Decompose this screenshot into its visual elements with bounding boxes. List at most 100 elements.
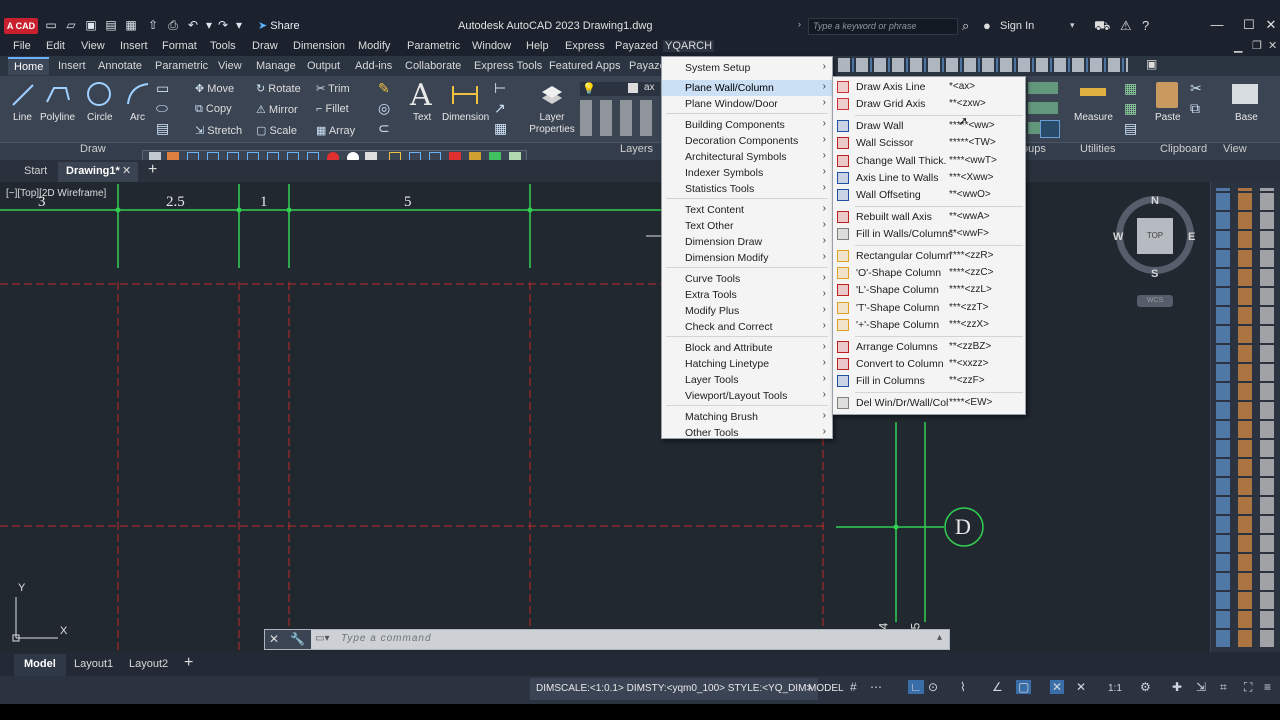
layout-tab-layout1[interactable]: Layout1 (74, 658, 113, 670)
polar-icon[interactable]: ⊙ (928, 680, 938, 694)
cmd-expand-icon[interactable]: ▴ (937, 632, 942, 643)
tab-view[interactable]: View (218, 60, 242, 72)
erase-icon[interactable]: ✎ (378, 80, 390, 97)
submenu-item[interactable]: Draw Axis Line *<ax> (833, 79, 1025, 96)
menu-edit[interactable]: Edit (46, 40, 65, 52)
stretch-button[interactable]: ⇲ Stretch (195, 124, 242, 137)
layout-tab-layout2[interactable]: Layout2 (129, 658, 168, 670)
text-icon[interactable]: A (410, 78, 432, 113)
undo-dropdown-icon[interactable]: ▾ (202, 18, 216, 32)
tab-express-tools[interactable]: Express Tools (474, 60, 542, 72)
cart-icon[interactable]: ⛟ (1094, 18, 1110, 36)
search-icon[interactable]: ⌕ (962, 18, 969, 34)
yqarch-menu-item[interactable]: Check and Correct › (662, 319, 832, 335)
linear-dim-icon[interactable]: ⊢ (494, 80, 506, 97)
undo-icon[interactable]: ↶ (186, 18, 200, 32)
panel-utilities[interactable]: Utilities (1080, 143, 1115, 155)
yqarch-menu-item[interactable]: Architectural Symbols › (662, 149, 832, 165)
submenu-item[interactable]: Del Win/Dr/Wall/Col ****<EW> (833, 395, 1025, 412)
yqarch-menu-item[interactable]: Modify Plus › (662, 303, 832, 319)
panel-view[interactable]: View (1223, 143, 1247, 155)
layer-tool-icons[interactable] (580, 100, 660, 136)
share-button[interactable]: ➤ Share (258, 19, 300, 32)
tab-annotate[interactable]: Annotate (98, 60, 142, 72)
base-icon[interactable] (1232, 84, 1258, 104)
submenu-item[interactable]: Fill in Walls/Columns **<wwF> (833, 226, 1025, 243)
rotate-button[interactable]: ↻ Rotate (256, 82, 301, 95)
measure-icon[interactable] (1080, 88, 1106, 96)
isolate-icon[interactable]: ⌗ (1220, 680, 1227, 695)
fillet-button[interactable]: ⌐ Fillet (316, 103, 349, 115)
help-icon[interactable]: ? (1142, 18, 1149, 33)
circle-button[interactable]: Circle (87, 112, 113, 123)
yqarch-menu-item[interactable]: Text Content › (662, 202, 832, 218)
paste-icon[interactable] (1156, 82, 1178, 108)
doc-minimize-icon[interactable]: ▁ (1234, 40, 1242, 53)
quick-calc-icon[interactable]: ▦ (1124, 80, 1137, 97)
rectangle-icon[interactable]: ▭ (156, 80, 169, 97)
menu-parametric[interactable]: Parametric (407, 40, 460, 52)
cmd-close-icon[interactable]: ✕ (269, 632, 279, 646)
wcs-menu[interactable]: WCS (1137, 295, 1173, 307)
line-icon[interactable] (10, 82, 36, 108)
submenu-item[interactable]: Draw Wall *****<ww> (833, 118, 1025, 135)
arc-button[interactable]: Arc (130, 112, 145, 123)
workspace-gear-icon[interactable]: ⚙ (1140, 680, 1151, 694)
yqarch-menu-item[interactable]: Text Other › (662, 218, 832, 234)
command-line-controls[interactable]: ✕ 🔧 (265, 630, 311, 649)
menu-window[interactable]: Window (472, 40, 511, 52)
extra-tab-icons[interactable] (838, 58, 1128, 72)
search-expand-icon[interactable]: › (798, 19, 801, 29)
menu-insert[interactable]: Insert (120, 40, 148, 52)
trim-button[interactable]: ✂ Trim (316, 82, 350, 95)
submenu-item[interactable]: Convert to Column **<xxzz> (833, 356, 1025, 373)
yqarch-menu-item[interactable]: Building Components › (662, 117, 832, 133)
tab-output[interactable]: Output (307, 60, 340, 72)
ribbon-min-icon[interactable]: ▣ (1146, 57, 1157, 71)
command-input[interactable]: Type a command (341, 633, 432, 644)
minimize-icon[interactable]: — (1208, 17, 1226, 32)
submenu-item[interactable]: Wall Scissor *****<TW> (833, 135, 1025, 152)
tab-insert[interactable]: Insert (58, 60, 86, 72)
layer-dropdown[interactable]: 💡 ax (580, 82, 660, 96)
redo-icon[interactable]: ↷ (216, 18, 230, 32)
boundary-icon[interactable]: ▤ (156, 120, 169, 137)
redo-dropdown-icon[interactable]: ▾ (232, 18, 246, 32)
viewcube-west[interactable]: W (1113, 231, 1123, 243)
submenu-item[interactable]: Wall Offseting **<wwO> (833, 187, 1025, 204)
yqarch-menu-item[interactable]: Hatching Linetype › (662, 356, 832, 372)
file-tab-close-icon[interactable]: ✕ (122, 164, 131, 177)
dimension-button[interactable]: Dimension (442, 112, 489, 123)
menu-dimension[interactable]: Dimension (293, 40, 345, 52)
tab-featured-apps[interactable]: Featured Apps (549, 60, 621, 72)
menu-draw[interactable]: Draw (252, 40, 278, 52)
fullscreen-icon[interactable]: ⛶ (1244, 680, 1252, 695)
tab-parametric[interactable]: Parametric (155, 60, 208, 72)
cmd-customize-icon[interactable]: 🔧 (290, 632, 305, 646)
yqarch-menu-item[interactable]: Decoration Components › (662, 133, 832, 149)
menu-file[interactable]: File (13, 40, 31, 52)
submenu-item[interactable]: Rebuilt wall Axis **<wwA> (833, 209, 1025, 226)
print-icon[interactable]: ⎙ (166, 18, 180, 32)
sign-in-dropdown-icon[interactable]: ▾ (1070, 20, 1075, 31)
yqarch-menu-item[interactable]: Curve Tools › (662, 271, 832, 287)
panel-draw[interactable]: Draw (80, 143, 106, 155)
yqarch-menu-item[interactable]: Plane Window/Door › (662, 96, 832, 112)
leader-icon[interactable]: ↗ (494, 100, 506, 117)
polyline-button[interactable]: Polyline (40, 112, 75, 123)
save-as-icon[interactable]: ▤ (104, 18, 118, 32)
text-button[interactable]: Text (413, 112, 431, 123)
panel-clipboard[interactable]: Clipboard (1160, 143, 1207, 155)
yqarch-menu-item[interactable]: Other Tools › (662, 425, 832, 441)
dimension-icon[interactable] (450, 82, 480, 108)
annotation-visibility-icon[interactable]: ✕ (1050, 680, 1065, 694)
viewcube-east[interactable]: E (1188, 231, 1195, 243)
yqarch-menu-item[interactable]: Plane Wall/Column › (662, 80, 832, 96)
menu-help[interactable]: Help (526, 40, 549, 52)
menu-tools[interactable]: Tools (210, 40, 236, 52)
offset-icon[interactable]: ⊂ (378, 120, 390, 137)
model-space-toggle[interactable]: MODEL (808, 683, 844, 694)
layer-properties-button[interactable]: Layer Properties (528, 112, 576, 136)
measure-button[interactable]: Measure (1074, 112, 1113, 123)
menu-yqarch[interactable]: YQARCH (663, 40, 715, 52)
